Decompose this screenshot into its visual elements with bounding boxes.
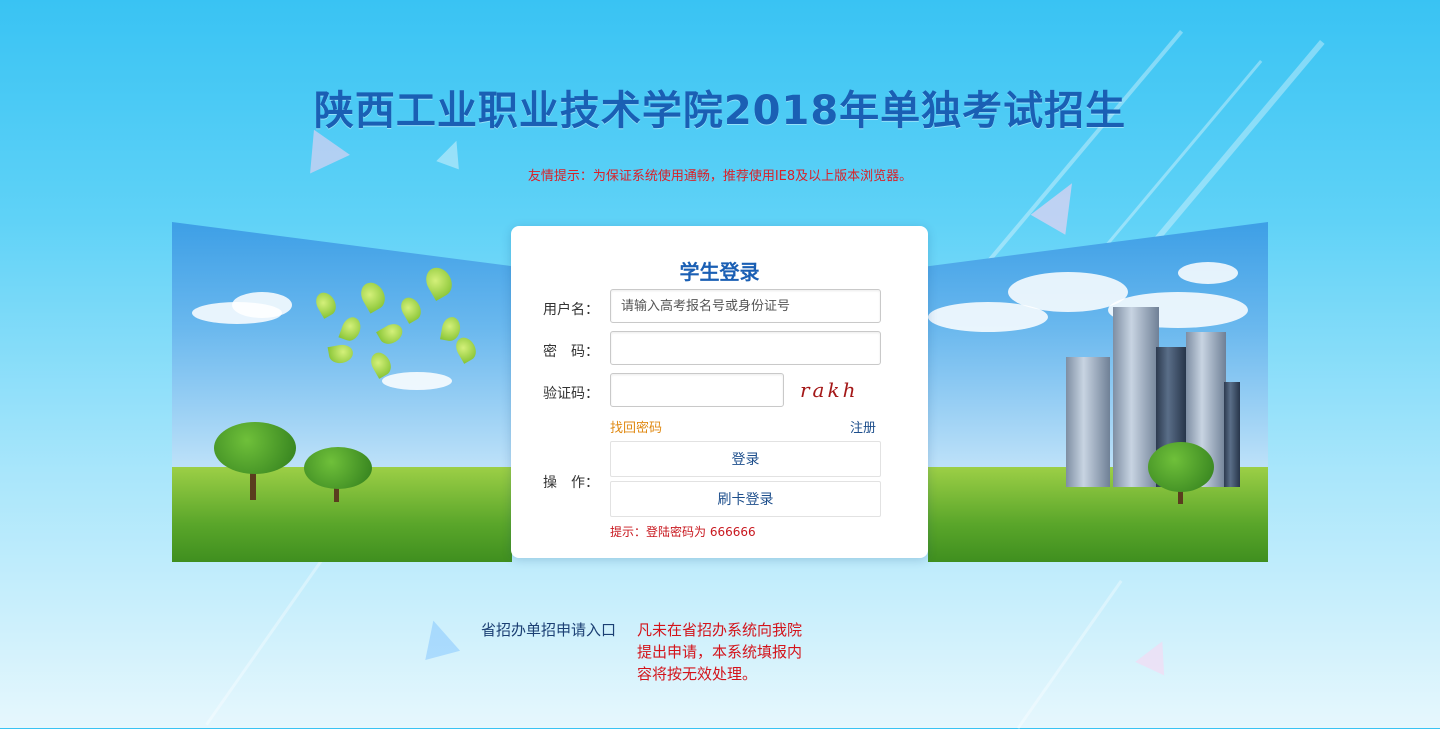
decor-triangle xyxy=(1135,634,1177,676)
login-button[interactable]: 登录 xyxy=(610,441,881,477)
username-label: 用户名： xyxy=(543,302,599,318)
captcha-image[interactable]: rakh xyxy=(800,378,882,404)
password-hint: 提示：登陆密码为 666666 xyxy=(610,525,756,539)
decor-triangle xyxy=(415,615,461,661)
username-input[interactable] xyxy=(610,289,881,323)
login-heading: 学生登录 xyxy=(679,260,760,284)
password-input[interactable] xyxy=(610,331,881,365)
captcha-label: 验证码： xyxy=(543,386,599,402)
password-label: 密 码： xyxy=(543,344,599,360)
provincial-application-link[interactable]: 省招办单招申请入口 xyxy=(481,619,616,640)
landscape-image-left xyxy=(172,222,512,562)
card-login-button[interactable]: 刷卡登录 xyxy=(610,481,881,517)
application-notice: 凡未在省招办系统向我院提出申请，本系统填报内容将按无效处理。 xyxy=(637,621,803,683)
forgot-password-link[interactable]: 找回密码 xyxy=(610,417,662,436)
background-light-streak xyxy=(205,560,323,726)
city-image-right xyxy=(928,222,1268,562)
background-light-streak xyxy=(1016,580,1123,729)
page-title: 陕西工业职业技术学院2018年单独考试招生 xyxy=(313,88,1127,134)
login-card: 学生登录 用户名： 密 码： 验证码： rakh 找回密码 注册 操 作： 登录… xyxy=(511,226,928,558)
browser-tip: 友情提示：为保证系统使用通畅，推荐使用IE8及以上版本浏览器。 xyxy=(527,169,913,184)
captcha-input[interactable] xyxy=(610,373,784,407)
action-label: 操 作： xyxy=(543,475,599,491)
register-link[interactable]: 注册 xyxy=(850,417,876,436)
